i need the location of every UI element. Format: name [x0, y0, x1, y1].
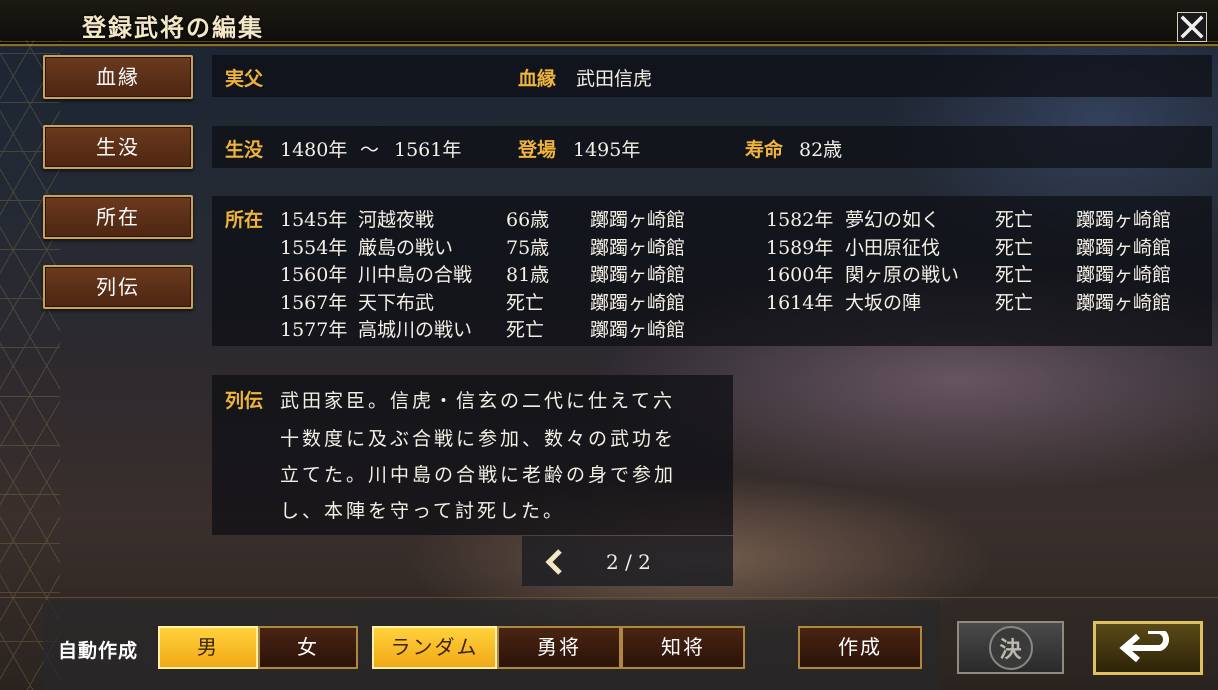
location-age: 死亡: [506, 291, 545, 314]
sidebar-button-location[interactable]: 所在: [43, 195, 193, 239]
location-year: 1582年: [766, 209, 834, 231]
type-brave-button[interactable]: 勇将: [497, 626, 621, 669]
location-place: 躑躅ヶ崎館: [590, 236, 686, 259]
father-label: 実父: [225, 68, 264, 90]
kessen-emblem: 決: [988, 625, 1033, 670]
location-age: 75歳: [506, 236, 550, 259]
biography-line: 武田家臣。信虎・信玄の二代に仕えて六: [280, 390, 676, 412]
sidebar-button-lifespan[interactable]: 生没: [43, 125, 193, 169]
type-wise-button[interactable]: 知将: [621, 626, 745, 669]
biography-line: し、本陣を守って討死した。: [280, 500, 566, 522]
location-event: 天下布武: [358, 291, 435, 314]
location-age: 死亡: [995, 236, 1034, 259]
location-event: 河越夜戦: [358, 209, 435, 231]
sidebar-button-biography[interactable]: 列伝: [43, 265, 193, 309]
location-age: 死亡: [506, 319, 545, 341]
biography-line: 立てた。川中島の合戦に老齢の身で参加: [280, 464, 677, 486]
bloodline-label: 血縁: [518, 68, 557, 90]
lifespan-separator: ～: [360, 139, 380, 161]
debut-label: 登場: [518, 139, 557, 161]
location-event: 川中島の合戦: [358, 264, 473, 286]
biography-line: 十数度に及ぶ合戦に参加、数々の武功を: [280, 428, 677, 450]
back-button[interactable]: [1093, 621, 1203, 675]
location-label: 所在: [225, 209, 264, 231]
location-event: 厳島の戦い: [358, 236, 454, 259]
location-year: 1560年: [280, 264, 348, 286]
close-icon: [1180, 15, 1204, 39]
location-year: 1554年: [280, 236, 348, 259]
location-year: 1545年: [280, 209, 348, 231]
location-year: 1614年: [766, 291, 834, 314]
location-place: 躑躅ヶ崎館: [1076, 291, 1172, 314]
location-year: 1577年: [280, 319, 348, 341]
close-button[interactable]: [1177, 12, 1207, 42]
create-button[interactable]: 作成: [798, 626, 922, 669]
location-place: 躑躅ヶ崎館: [1076, 236, 1172, 259]
page-navigator: 2 / 2: [522, 536, 733, 586]
death-year: 1561年: [394, 139, 462, 161]
page-title: 登録武将の編集: [82, 13, 264, 42]
location-place: 躑躅ヶ崎館: [590, 319, 686, 341]
bloodline-value: 武田信虎: [576, 68, 653, 90]
location-place: 躑躅ヶ崎館: [1076, 264, 1172, 286]
footer-divider: [0, 597, 1218, 598]
location-place: 躑躅ヶ崎館: [1076, 209, 1172, 231]
location-age: 死亡: [995, 264, 1034, 286]
location-year: 1589年: [766, 236, 834, 259]
location-age: 死亡: [995, 291, 1034, 314]
location-year: 1600年: [766, 264, 834, 286]
life-label: 寿命: [745, 139, 784, 161]
location-event: 関ヶ原の戦い: [845, 264, 960, 286]
location-event: 小田原征伐: [845, 236, 941, 259]
location-age: 81歳: [506, 264, 550, 286]
location-event: 夢幻の如く: [845, 209, 941, 231]
auto-create-label: 自動作成: [58, 640, 139, 662]
location-event: 大坂の陣: [845, 291, 922, 314]
kessen-button[interactable]: 決: [957, 621, 1064, 674]
gender-male-button[interactable]: 男: [158, 626, 258, 669]
lifespan-label: 生没: [225, 139, 264, 161]
debut-year: 1495年: [573, 139, 641, 161]
life-value: 82歳: [799, 139, 843, 161]
biography-label: 列伝: [225, 390, 264, 412]
kinship-panel: [212, 55, 1212, 97]
location-event: 高城川の戦い: [358, 319, 473, 341]
gender-female-button[interactable]: 女: [258, 626, 358, 669]
page-indicator: 2 / 2: [606, 550, 651, 574]
type-random-button[interactable]: ランダム: [372, 626, 497, 669]
location-place: 躑躅ヶ崎館: [590, 291, 686, 314]
birth-year: 1480年: [280, 139, 348, 161]
location-age: 死亡: [995, 209, 1034, 231]
location-age: 66歳: [506, 209, 550, 231]
chevron-left-icon[interactable]: [544, 549, 564, 575]
location-place: 躑躅ヶ崎館: [590, 209, 686, 231]
location-place: 躑躅ヶ崎館: [590, 264, 686, 286]
return-arrow-icon: [1119, 631, 1169, 663]
location-year: 1567年: [280, 291, 348, 314]
sidebar-button-kinship[interactable]: 血縁: [43, 55, 193, 99]
